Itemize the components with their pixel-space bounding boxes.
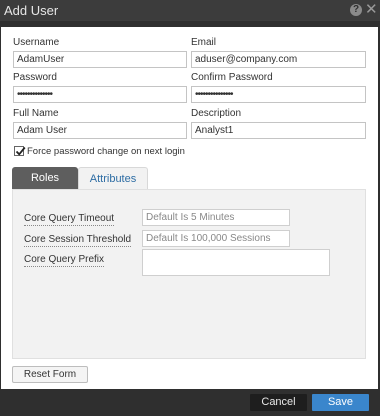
dialog-title: Add User — [4, 3, 59, 18]
force-password-change-label: Force password change on next login — [27, 146, 185, 157]
core-session-threshold-input[interactable]: Default Is 100,000 Sessions — [142, 230, 290, 247]
checkmark-icon — [15, 146, 26, 156]
tab-roles[interactable]: Roles — [12, 167, 78, 190]
description-field[interactable]: Analyst1 — [191, 122, 366, 139]
description-label: Description — [191, 108, 242, 119]
confirm-password-label: Confirm Password — [191, 72, 273, 83]
save-button[interactable]: Save — [312, 394, 369, 411]
username-label: Username — [13, 37, 60, 48]
confirm-password-field[interactable]: ••••••••••••••• — [191, 86, 366, 103]
cancel-button[interactable]: Cancel — [250, 394, 307, 411]
tab-attributes[interactable]: Attributes — [78, 167, 148, 190]
email-label: Email — [191, 37, 217, 48]
force-password-change-checkbox[interactable] — [14, 146, 26, 156]
core-query-timeout-input[interactable]: Default Is 5 Minutes — [142, 209, 290, 226]
password-label: Password — [13, 72, 57, 83]
reset-form-button[interactable]: Reset Form — [12, 366, 88, 383]
title-bar: Add User ? ✕ — [0, 0, 380, 21]
core-query-prefix-label: Core Query Prefix — [24, 254, 105, 267]
full-name-field[interactable]: Adam User — [13, 122, 187, 139]
password-field[interactable]: •••••••••••••• — [13, 86, 187, 103]
close-icon[interactable]: ✕ — [365, 2, 378, 17]
core-query-prefix-textarea[interactable] — [142, 249, 330, 276]
email-field[interactable]: aduser@company.com — [191, 51, 366, 68]
full-name-label: Full Name — [13, 108, 59, 119]
core-query-timeout-label: Core Query Timeout — [24, 213, 115, 226]
help-icon[interactable]: ? — [350, 4, 362, 16]
username-field[interactable]: AdamUser — [13, 51, 187, 68]
dialog-body: Username AdamUser Email aduser@company.c… — [1, 27, 378, 389]
add-user-dialog: Add User ? ✕ Username AdamUser Email adu… — [0, 0, 380, 416]
core-session-threshold-label: Core Session Threshold — [24, 234, 132, 247]
